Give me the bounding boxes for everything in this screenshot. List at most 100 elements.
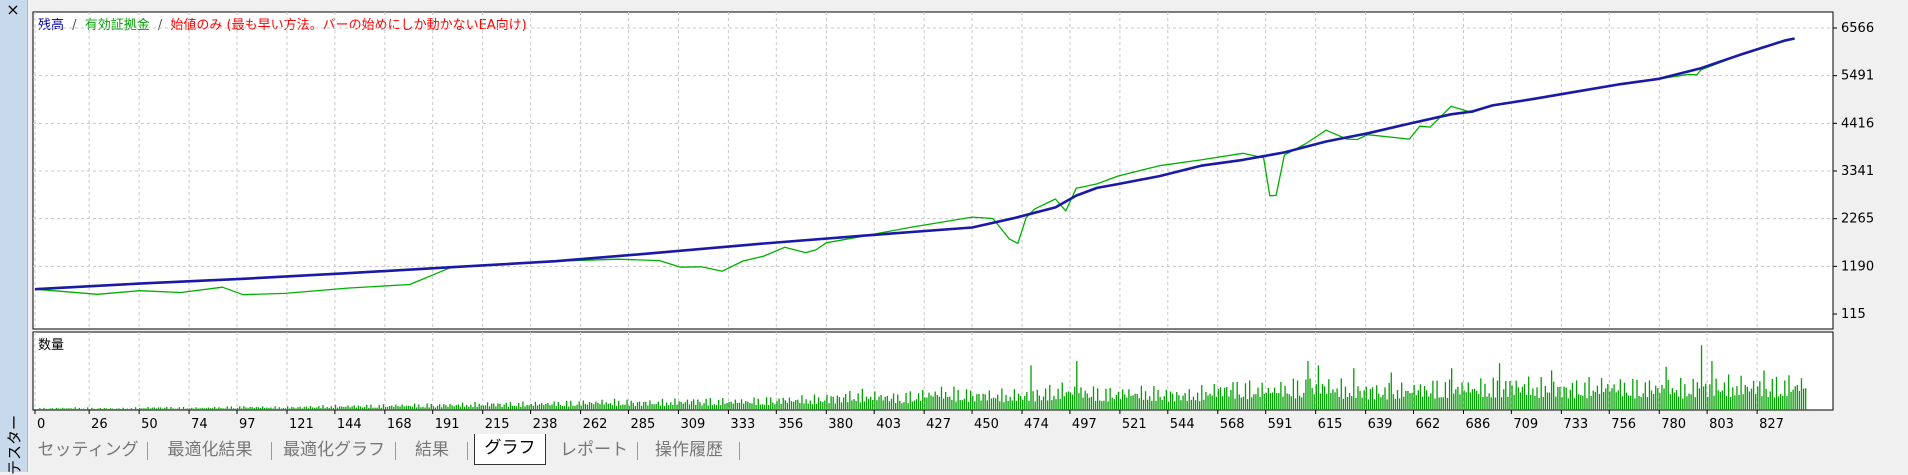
tab-2[interactable]: 最適化グラフ [278, 436, 396, 464]
volume-bar [1072, 394, 1074, 410]
volume-bar [603, 404, 605, 410]
volume-bar [1453, 393, 1455, 410]
volume-bar [747, 401, 749, 410]
volume-bar [553, 401, 555, 410]
volume-bar [647, 405, 649, 410]
volume-bar [1696, 382, 1699, 410]
volume-bar [1748, 391, 1751, 410]
volume-bar [1267, 387, 1270, 410]
volume-bar [720, 405, 722, 410]
volume-bar [382, 404, 385, 410]
volume-bar [49, 408, 51, 410]
volume-bar [1630, 395, 1632, 410]
volume-bar [1249, 380, 1251, 410]
tab-1[interactable]: 最適化結果 [154, 436, 272, 464]
volume-bar [1219, 387, 1222, 410]
volume-bar [91, 407, 93, 410]
volume-bar [357, 405, 360, 410]
tab-6[interactable]: 操作履歴 [644, 436, 740, 464]
volume-bar [395, 404, 397, 410]
volume-bar [249, 406, 251, 410]
volume-bar [897, 394, 899, 410]
volume-bar [351, 406, 353, 410]
volume-bar [1330, 393, 1332, 410]
volume-bar [878, 396, 880, 410]
volume-bar [399, 406, 401, 410]
volume-bar [1800, 378, 1803, 410]
volume-bar [336, 407, 339, 410]
volume-bar [672, 404, 674, 410]
tab-5[interactable]: レポート [556, 436, 638, 464]
volume-bar [1128, 389, 1130, 410]
volume-bar [253, 408, 255, 410]
volume-bar [466, 404, 468, 410]
volume-bar [1351, 396, 1353, 410]
tab-4[interactable]: グラフ [474, 434, 546, 465]
volume-bar [187, 408, 189, 410]
volume-bar [159, 407, 162, 410]
volume-bar [859, 402, 861, 410]
x-tick-label: 285 [630, 417, 655, 432]
volume-bar [1301, 397, 1303, 410]
volume-bar [1209, 393, 1211, 410]
volume-bar [434, 407, 437, 410]
volume-bar [863, 401, 866, 410]
volume-bar [870, 396, 872, 410]
volume-bar [1673, 392, 1676, 410]
volume-bar [1496, 380, 1499, 410]
volume-bar [707, 405, 709, 410]
volume-bar [1790, 391, 1792, 410]
volume-bar [895, 403, 897, 410]
volume-bar [1124, 394, 1126, 410]
volume-bar [1269, 393, 1272, 410]
volume-bar [1636, 379, 1638, 410]
volume-bar [1259, 396, 1261, 410]
volume-bar [1644, 382, 1646, 410]
volume-bar [1009, 396, 1011, 410]
volume-bar [1047, 400, 1049, 410]
volume-bar [559, 405, 562, 410]
x-tick-label: 615 [1318, 417, 1343, 432]
volume-bar [926, 397, 928, 410]
volume-bar [797, 399, 799, 410]
volume-bar [1348, 393, 1351, 410]
volume-bar [182, 406, 185, 410]
volume-bar [459, 406, 462, 410]
x-tick-label: 733 [1563, 417, 1588, 432]
volume-bar [1149, 396, 1151, 410]
volume-bar [957, 389, 959, 410]
volume-bar [590, 402, 593, 410]
volume-bar [1517, 387, 1519, 410]
volume-bar [1090, 396, 1093, 410]
volume-bar [1594, 391, 1596, 410]
volume-bar [803, 403, 805, 410]
volume-bar [391, 405, 393, 410]
volume-bar [678, 401, 680, 410]
volume-bar [584, 403, 587, 410]
volume-bar [686, 399, 689, 410]
volume-bar [997, 394, 999, 410]
volume-bar [1088, 397, 1090, 410]
volume-bar [1475, 390, 1478, 410]
x-tick-label: 215 [485, 417, 510, 432]
volume-bar [1555, 396, 1557, 410]
tab-3[interactable]: 結果 [402, 436, 468, 464]
volume-bar [1378, 393, 1380, 410]
volume-bar [668, 405, 670, 410]
volume-bar [922, 389, 924, 410]
volume-bar [239, 406, 241, 410]
volume-bar [1692, 378, 1694, 410]
volume-bar [461, 402, 464, 410]
legend-separator: / [158, 18, 163, 33]
volume-bar [1011, 400, 1013, 410]
volume-bar [1371, 387, 1374, 410]
volume-bar [1702, 386, 1705, 410]
volume-bar [1305, 379, 1307, 410]
volume-bar [301, 408, 303, 410]
legend-note: 始値のみ (最も早い方法。バーの始めにしか動かないEA向け) [170, 17, 526, 33]
volume-bar [911, 401, 913, 410]
volume-bar [103, 408, 106, 410]
tab-0[interactable]: セッティング [34, 436, 148, 464]
volume-bar [682, 403, 684, 410]
volume-bar [1571, 382, 1574, 410]
